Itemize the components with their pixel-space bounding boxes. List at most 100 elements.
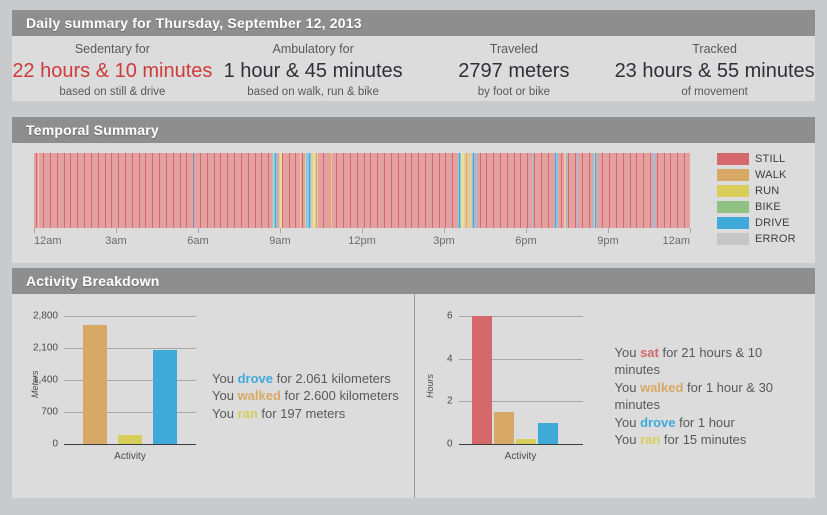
x-axis-label: Activity [114, 451, 146, 462]
legend-color-swatch [717, 168, 749, 181]
chart-baseline [458, 444, 583, 445]
axis-tick-label: 6pm [515, 235, 537, 247]
axis-tick-label: 9pm [597, 235, 619, 247]
axis-tick-mark [690, 228, 691, 233]
daily-summary-header: Daily summary for Thursday, September 12… [12, 10, 815, 36]
legend-label: ERROR [755, 232, 796, 245]
temporal-summary-header: Temporal Summary [12, 117, 815, 143]
chart-bar[interactable] [515, 438, 536, 444]
chart-bar[interactable] [493, 412, 514, 444]
legend-label: STILL [755, 152, 786, 165]
summary-metric-label: Tracked [692, 42, 737, 56]
sentence-prefix: You [212, 370, 238, 386]
sentence-prefix: You [614, 414, 641, 430]
daily-summary-dashboard: Daily summary for Thursday, September 12… [0, 0, 827, 515]
activity-verb: walked [640, 379, 684, 395]
y-axis-tick-label: 0 [52, 438, 58, 450]
axis-tick-mark [198, 228, 199, 233]
axis-tick-label: 12am [662, 235, 690, 247]
summary-sentence: You sat for 21 hours & 10 minutes [615, 344, 808, 379]
y-axis-tick-label: 2,100 [32, 342, 58, 354]
summary-sentence: You ran for 197 meters [212, 405, 406, 423]
summary-sentence: You drove for 2.061 kilometers [212, 370, 406, 388]
y-axis-tick-label: 700 [41, 406, 58, 418]
activity-verb: walked [237, 388, 281, 404]
summary-metric-label: Ambulatory for [272, 42, 354, 56]
y-axis-tick-label: 2,800 [32, 310, 58, 322]
axis-tick-label: 3am [105, 235, 127, 247]
summary-sentence: You walked for 1 hour & 30 minutes [615, 379, 808, 414]
summary-sentence: You walked for 2.600 kilometers [212, 387, 406, 405]
sentence-prefix: You [614, 379, 641, 395]
summary-metric-sub: based on still & drive [59, 86, 166, 98]
legend-item: ERROR [717, 231, 809, 246]
temporal-timeline-bar[interactable] [34, 153, 691, 228]
summary-metrics-row: Sedentary for 22 hours & 10 minutes based … [12, 36, 815, 101]
distance-summary-text: You drove for 2.061 kilometers You walked… [212, 370, 414, 423]
distance-bar-chart[interactable]: 0 700 1,400 2,100 2,800 Meters Activity [12, 294, 212, 498]
legend-item: DRIVE [717, 215, 809, 230]
summary-metric-sub: by foot or bike [477, 86, 550, 98]
sentence-prefix: You [614, 432, 641, 447]
x-axis-label: Activity [504, 451, 537, 462]
temporal-summary-panel: Temporal Summary 12am 3am 6am 9am 12pm 3pm 6pm… [12, 117, 815, 263]
sentence-suffix: for 2.061 kilometers [272, 370, 391, 386]
sentence-suffix: for 15 minutes [660, 432, 747, 447]
legend-item: RUN [717, 183, 809, 198]
axis-tick-label: 12pm [348, 235, 376, 247]
distance-chart-section: 0 700 1,400 2,100 2,800 Meters Activity You dr… [12, 294, 414, 498]
summary-metric-value: 23 hours & 55 minutes [614, 60, 815, 82]
legend-item: BIKE [717, 199, 809, 214]
chart-bar[interactable] [118, 434, 142, 444]
chart-bar[interactable] [537, 422, 558, 444]
sentence-prefix: You [614, 344, 641, 360]
axis-tick-mark [526, 228, 527, 233]
legend-label: RUN [755, 184, 780, 197]
activity-legend: STILL WALK RUN BIKE DRIVE ERROR [717, 151, 809, 247]
sentence-suffix: for 197 meters [257, 405, 346, 421]
chart-bar[interactable] [153, 349, 177, 444]
axis-tick-mark [34, 228, 35, 233]
axis-tick-label: 9am [269, 235, 291, 247]
axis-tick-label: 3pm [433, 235, 455, 247]
legend-color-swatch [717, 216, 749, 229]
chart-baseline [64, 444, 196, 445]
duration-bar-chart[interactable]: 0 2 4 6 Hours Activity [415, 294, 615, 498]
axis-tick-label: 6am [187, 235, 209, 247]
legend-color-swatch [717, 200, 749, 213]
chart-bar[interactable] [471, 316, 492, 444]
legend-color-swatch [717, 184, 749, 197]
summary-metric: Ambulatory for 1 hour & 45 minutes based o… [213, 36, 414, 101]
summary-sentence: You ran for 15 minutes [615, 431, 808, 449]
legend-label: BIKE [755, 200, 781, 213]
chart-bar[interactable] [83, 325, 107, 444]
y-axis-tick-label: 6 [446, 310, 453, 322]
legend-color-swatch [717, 232, 749, 245]
axis-tick-mark [362, 228, 363, 233]
summary-metric-value: 2797 meters [458, 60, 570, 82]
activity-breakdown-panel: Activity Breakdown 0 700 1,400 2,100 2,800 Me… [12, 268, 815, 498]
axis-tick-mark [444, 228, 445, 233]
activity-verb: drove [640, 414, 676, 430]
axis-tick-mark [280, 228, 281, 233]
duration-summary-text: You sat for 21 hours & 10 minutes You wal… [615, 344, 816, 449]
summary-metric-label: Sedentary for [74, 42, 150, 56]
sentence-suffix: for 1 hour [675, 414, 735, 430]
summary-metric-value: 22 hours & 10 minutes [12, 60, 213, 82]
activity-verb: drove [237, 370, 273, 386]
axis-tick-mark [608, 228, 609, 233]
activity-verb: sat [640, 344, 659, 360]
summary-metric-label: Traveled [489, 42, 538, 56]
legend-color-swatch [717, 152, 749, 165]
legend-item: WALK [717, 167, 809, 182]
summary-metric: Traveled 2797 meters by foot or bike [414, 36, 615, 101]
temporal-summary-body: 12am 3am 6am 9am 12pm 3pm 6pm 9pm 12am STILL WALK… [12, 143, 815, 263]
y-axis-title: Meters [30, 370, 40, 398]
y-axis-title: Hours [424, 373, 435, 398]
summary-metric-value: 1 hour & 45 minutes [223, 60, 403, 82]
summary-metric: Sedentary for 22 hours & 10 minutes based … [12, 36, 213, 101]
y-axis-tick-label: 0 [446, 438, 453, 450]
temporal-time-axis: 12am 3am 6am 9am 12pm 3pm 6pm 9pm 12am [34, 228, 691, 256]
axis-tick-mark [116, 228, 117, 233]
summary-sentence: You drove for 1 hour [615, 414, 808, 432]
